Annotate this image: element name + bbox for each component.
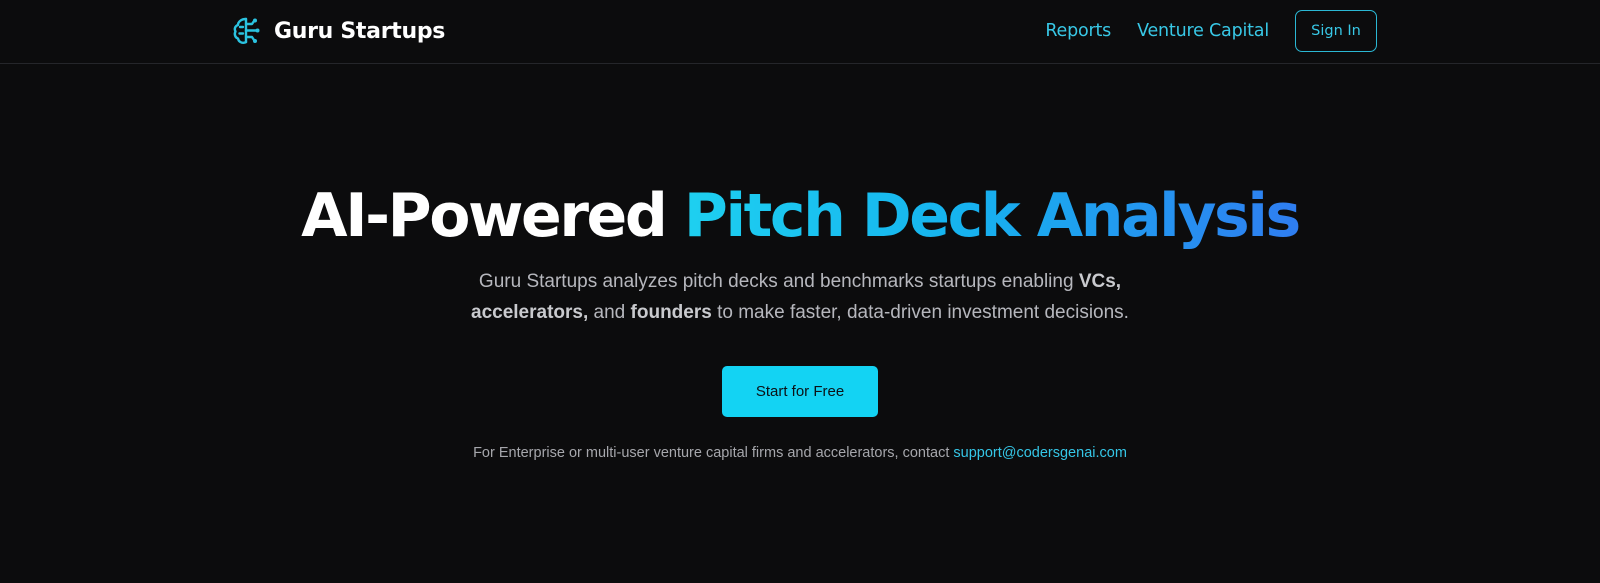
- nav-links: Reports Venture Capital Sign In: [1019, 0, 1377, 62]
- subtitle-text-3: and: [588, 302, 631, 323]
- nav-link-venture-capital[interactable]: Venture Capital: [1137, 21, 1269, 41]
- sign-in-button[interactable]: Sign In: [1295, 10, 1377, 52]
- enterprise-contact-note: For Enterprise or multi-user venture cap…: [0, 445, 1600, 461]
- top-navbar: Guru Startups Reports Venture Capital Si…: [0, 0, 1600, 64]
- nav-link-reports[interactable]: Reports: [1045, 21, 1111, 41]
- start-for-free-button[interactable]: Start for Free: [722, 366, 878, 417]
- brain-circuit-icon: [233, 17, 260, 44]
- subtitle-bold-vcs: VCs,: [1078, 271, 1122, 292]
- headline-gradient-part: Pitch Deck Analysis: [683, 181, 1301, 251]
- subtitle-bold-founders: founders: [630, 302, 712, 323]
- cta-wrapper: Start for Free: [0, 366, 1600, 417]
- support-email-link[interactable]: support@codersgenai.com: [953, 445, 1127, 461]
- hero-subtitle: Guru Startups analyzes pitch decks and b…: [460, 266, 1140, 328]
- hero-section: AI-Powered Pitch Deck Analysis Guru Star…: [0, 180, 1600, 328]
- subtitle-text-4: to make faster, data-driven investment d…: [711, 302, 1129, 323]
- subtitle-bold-accelerators: accelerators,: [471, 302, 589, 323]
- hero-headline: AI-Powered Pitch Deck Analysis: [0, 180, 1600, 252]
- subtitle-text-1: Guru Startups analyzes pitch decks and b…: [478, 271, 1079, 292]
- contact-text: For Enterprise or multi-user venture cap…: [473, 445, 954, 461]
- headline-white-part: AI-Powered: [301, 181, 668, 251]
- brand-name: Guru Startups: [274, 18, 446, 44]
- brand-logo-link[interactable]: Guru Startups: [232, 16, 445, 46]
